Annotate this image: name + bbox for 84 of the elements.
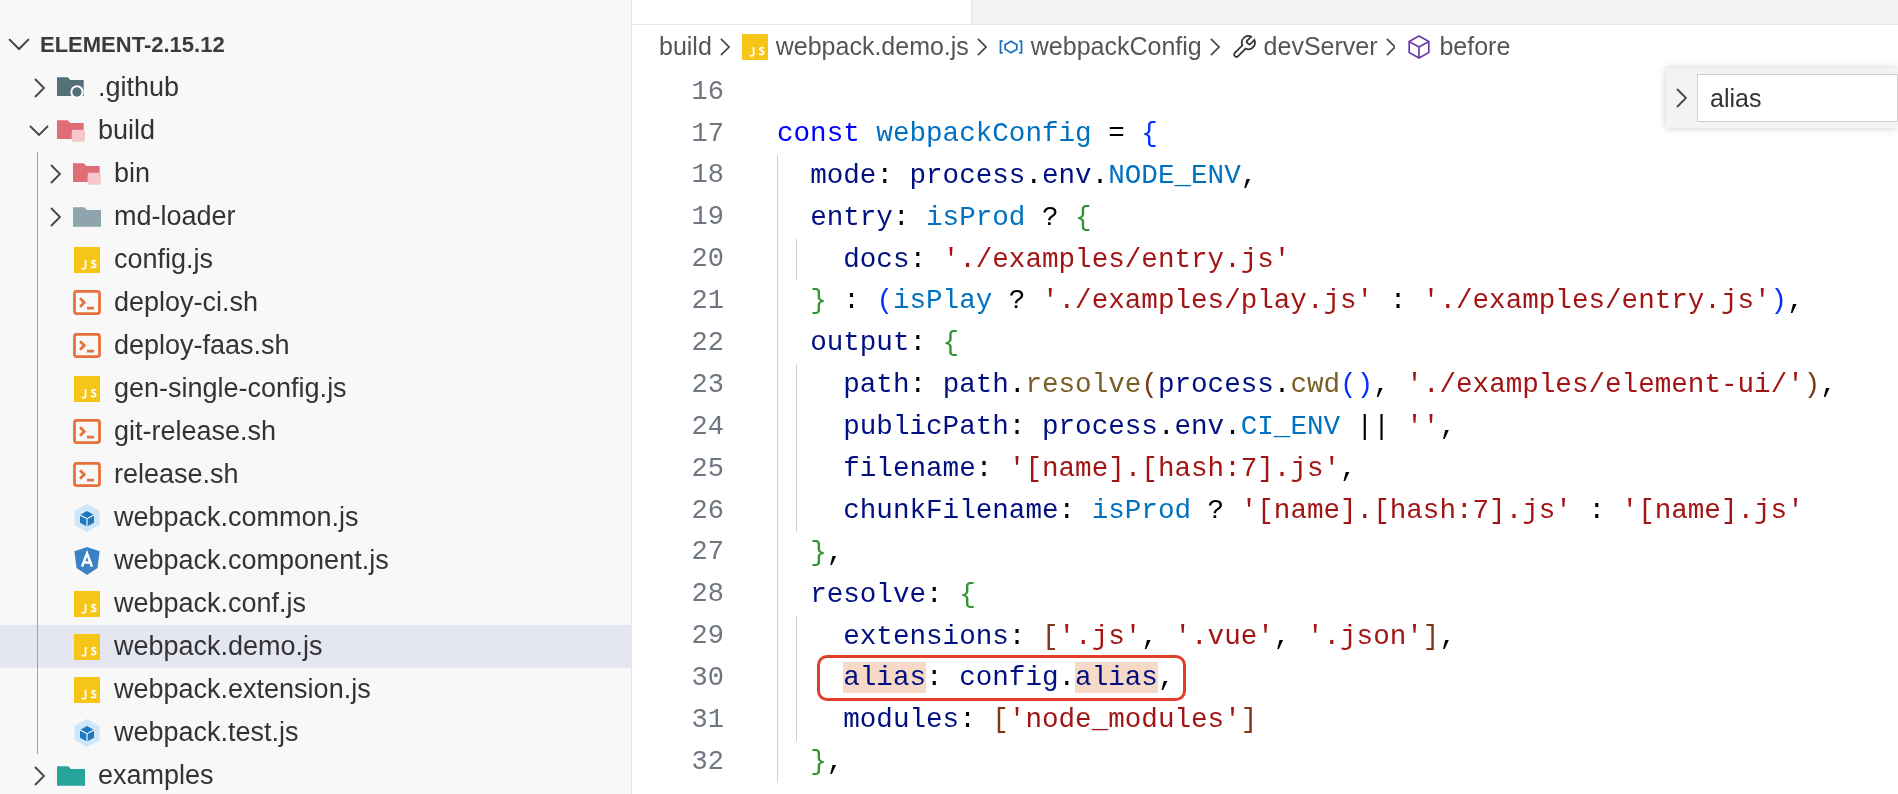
line-number: 31 [690, 704, 724, 738]
breadcrumb-item[interactable]: build [659, 28, 712, 66]
code-line: publicPath: process.env.CI_ENV || '', [842, 411, 1456, 444]
code-line: mode: process.env.NODE_ENV, [809, 159, 1258, 192]
tree-item[interactable]: webpack.extension.js [0, 668, 631, 711]
line-number: 19 [690, 201, 724, 235]
line-number: 20 [690, 243, 724, 277]
line-number: 25 [690, 452, 724, 486]
code-line: } : (isPlay ? './examples/play.js' : './examples/entry.js'), [809, 285, 1804, 318]
code-line: }, [809, 746, 844, 779]
variable-icon [998, 40, 1023, 54]
code-line: extensions: ['.js', '.vue', '.json'], [842, 620, 1456, 653]
js-file-icon [74, 633, 100, 660]
js-file-icon [74, 246, 100, 273]
find-input[interactable]: alias [1697, 74, 1898, 122]
chevron-right-icon [719, 38, 730, 56]
code-line: filename: '[name].[hash:7].js', [842, 452, 1357, 485]
chevron-right-icon [1385, 38, 1396, 56]
chevron-right-icon [33, 77, 45, 98]
line-number: 32 [690, 745, 724, 779]
code-line: const webpackConfig = { [777, 117, 1158, 150]
tree-item[interactable]: examples [0, 754, 631, 794]
code-line: output: { [809, 327, 960, 360]
js-file-icon [74, 590, 100, 617]
line-number: 29 [690, 620, 724, 654]
line-number: 30 [690, 662, 724, 696]
line-number: 17 [690, 117, 724, 151]
breadcrumb-item[interactable]: webpack.demo.js [775, 28, 969, 66]
code-line: path: path.resolve(process.cwd(), './examples/element-ui/'), [842, 369, 1837, 402]
code-line: resolve: { [809, 578, 976, 611]
chevron-right-icon [1209, 38, 1220, 56]
tree-root[interactable]: ELEMENT-2.15.12 [0, 23, 631, 66]
line-number: 28 [690, 578, 724, 612]
code-line: docs: './examples/entry.js' [842, 243, 1291, 276]
code-line: chunkFilename: isProd ? '[name].[hash:7].js' : '[name].js' [842, 494, 1804, 527]
chevron-down-icon [29, 125, 49, 136]
terminal-file-icon [73, 462, 101, 487]
js-file-icon [74, 375, 100, 402]
line-number: 22 [690, 327, 724, 361]
tree-item[interactable]: webpack.component.js [0, 539, 631, 582]
line-number: 23 [690, 368, 724, 402]
wrench-icon [1231, 35, 1256, 59]
tree-item[interactable]: webpack.conf.js [0, 582, 631, 625]
chevron-right-icon [49, 163, 61, 184]
chevron-right-icon [49, 206, 61, 227]
code-line: alias: config.alias, [842, 662, 1175, 695]
cube-file-icon [73, 503, 101, 532]
chevron-right-icon [976, 38, 987, 56]
code-line: modules: ['node_modules'] [842, 704, 1258, 737]
tree-item[interactable]: webpack.test.js [0, 711, 631, 754]
line-number: 26 [690, 494, 724, 528]
chevron-right-icon [33, 765, 45, 786]
tree-item[interactable]: build [0, 109, 631, 152]
terminal-file-icon [73, 419, 101, 444]
tree-item[interactable]: .github [0, 66, 631, 109]
tree-item[interactable]: deploy-ci.sh [0, 281, 631, 324]
line-number: 16 [690, 75, 724, 109]
tree-item[interactable]: git-release.sh [0, 410, 631, 453]
code-line: entry: isProd ? { [809, 201, 1092, 234]
breadcrumb-item[interactable]: before [1439, 28, 1511, 66]
tree-item[interactable]: md-loader [0, 195, 631, 238]
tree-item[interactable]: webpack.common.js [0, 496, 631, 539]
code-line: }, [809, 536, 844, 569]
line-number: 24 [690, 410, 724, 444]
breadcrumb-item[interactable]: webpackConfig [1030, 28, 1202, 66]
terminal-file-icon [73, 333, 101, 358]
breadcrumb-item[interactable]: devServer [1263, 28, 1378, 66]
cube-file-icon [73, 718, 101, 747]
line-number: 21 [690, 285, 724, 319]
chevron-down-icon [8, 38, 30, 51]
tree-item[interactable]: bin [0, 152, 631, 195]
tree-item[interactable]: deploy-faas.sh [0, 324, 631, 367]
line-number: 18 [690, 159, 724, 193]
tree-item[interactable]: gen-single-config.js [0, 367, 631, 410]
chevron-right-icon[interactable] [1676, 88, 1687, 108]
terminal-file-icon [73, 290, 101, 315]
cube-icon [1407, 35, 1432, 59]
shield-file-icon [73, 546, 101, 575]
tree-item[interactable]: webpack.demo.js [0, 625, 631, 668]
tree-item[interactable]: config.js [0, 238, 631, 281]
line-number: 27 [690, 536, 724, 570]
js-file-icon [74, 676, 100, 703]
tree-item[interactable]: release.sh [0, 453, 631, 496]
js-file-icon [741, 34, 768, 60]
